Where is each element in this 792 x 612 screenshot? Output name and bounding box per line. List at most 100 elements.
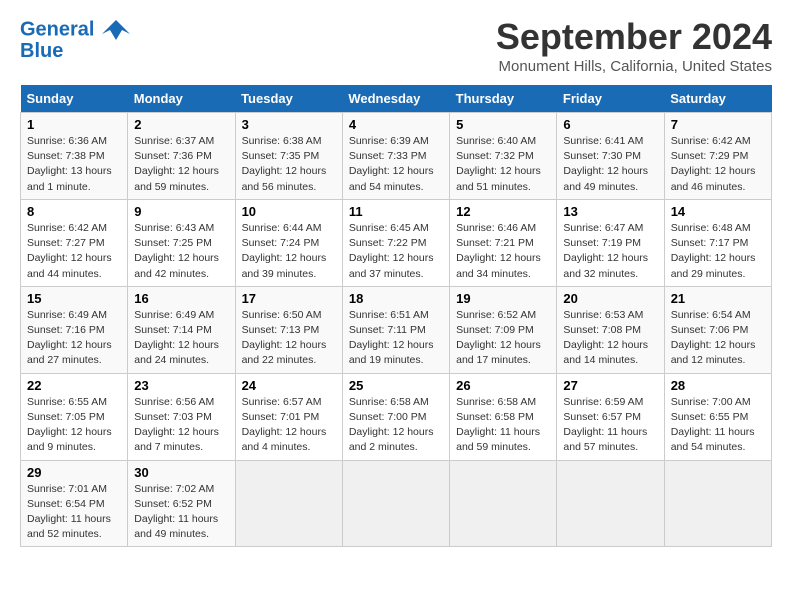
calendar-cell: 28Sunrise: 7:00 AM Sunset: 6:55 PM Dayli…	[664, 373, 771, 460]
calendar-cell: 11 Sunrise: 6:45 AM Sunset: 7:22 PM Dayli…	[342, 199, 449, 286]
calendar-cell: 21 Sunrise: 6:54 AM Sunset: 7:06 PM Dayli…	[664, 286, 771, 373]
day-info: Sunrise: 6:49 AM Sunset: 7:16 PM Dayligh…	[27, 308, 121, 369]
day-number: 24	[242, 378, 336, 393]
day-info: Sunrise: 6:48 AM Sunset: 7:17 PM Dayligh…	[671, 221, 765, 282]
calendar-cell: 1 Sunrise: 6:36 AM Sunset: 7:38 PM Daylig…	[21, 113, 128, 200]
day-number: 9	[134, 204, 228, 219]
month-title: September 2024	[496, 16, 772, 58]
day-number: 27	[563, 378, 657, 393]
title-block: September 2024 Monument Hills, Californi…	[496, 16, 772, 75]
calendar-cell: 22 Sunrise: 6:55 AM Sunset: 7:05 PM Dayli…	[21, 373, 128, 460]
day-number: 1	[27, 117, 121, 132]
calendar-cell	[664, 460, 771, 547]
day-info: Sunrise: 6:39 AM Sunset: 7:33 PM Dayligh…	[349, 134, 443, 195]
calendar-cell: 20 Sunrise: 6:53 AM Sunset: 7:08 PM Dayli…	[557, 286, 664, 373]
calendar-cell: 8 Sunrise: 6:42 AM Sunset: 7:27 PM Daylig…	[21, 199, 128, 286]
day-info: Sunrise: 6:59 AM Sunset: 6:57 PM Dayligh…	[563, 395, 657, 456]
day-info: Sunrise: 7:02 AM Sunset: 6:52 PM Dayligh…	[134, 482, 228, 543]
calendar-cell: 30 Sunrise: 7:02 AM Sunset: 6:52 PM Dayli…	[128, 460, 235, 547]
calendar-cell: 13 Sunrise: 6:47 AM Sunset: 7:19 PM Dayli…	[557, 199, 664, 286]
day-info: Sunrise: 6:54 AM Sunset: 7:06 PM Dayligh…	[671, 308, 765, 369]
day-number: 23	[134, 378, 228, 393]
calendar-cell: 23 Sunrise: 6:56 AM Sunset: 7:03 PM Dayli…	[128, 373, 235, 460]
calendar-cell: 6 Sunrise: 6:41 AM Sunset: 7:30 PM Daylig…	[557, 113, 664, 200]
day-number: 22	[27, 378, 121, 393]
day-number: 10	[242, 204, 336, 219]
day-number: 20	[563, 291, 657, 306]
day-info: Sunrise: 6:56 AM Sunset: 7:03 PM Dayligh…	[134, 395, 228, 456]
weekday-header: Monday	[128, 85, 235, 113]
weekday-header: Thursday	[450, 85, 557, 113]
day-info: Sunrise: 6:41 AM Sunset: 7:30 PM Dayligh…	[563, 134, 657, 195]
day-info: Sunrise: 6:58 AM Sunset: 6:58 PM Dayligh…	[456, 395, 550, 456]
day-number: 19	[456, 291, 550, 306]
day-number: 13	[563, 204, 657, 219]
day-number: 26	[456, 378, 550, 393]
day-info: Sunrise: 6:45 AM Sunset: 7:22 PM Dayligh…	[349, 221, 443, 282]
day-info: Sunrise: 6:46 AM Sunset: 7:21 PM Dayligh…	[456, 221, 550, 282]
day-info: Sunrise: 6:47 AM Sunset: 7:19 PM Dayligh…	[563, 221, 657, 282]
day-info: Sunrise: 6:40 AM Sunset: 7:32 PM Dayligh…	[456, 134, 550, 195]
day-number: 4	[349, 117, 443, 132]
calendar-cell	[557, 460, 664, 547]
calendar-cell: 10 Sunrise: 6:44 AM Sunset: 7:24 PM Dayli…	[235, 199, 342, 286]
day-info: Sunrise: 6:53 AM Sunset: 7:08 PM Dayligh…	[563, 308, 657, 369]
calendar-cell: 16 Sunrise: 6:49 AM Sunset: 7:14 PM Dayli…	[128, 286, 235, 373]
weekday-header: Tuesday	[235, 85, 342, 113]
calendar-cell: 5 Sunrise: 6:40 AM Sunset: 7:32 PM Daylig…	[450, 113, 557, 200]
logo-general: General	[20, 18, 94, 40]
calendar-week-row: 15Sunrise: 6:49 AM Sunset: 7:16 PM Dayli…	[21, 286, 772, 373]
day-number: 14	[671, 204, 765, 219]
calendar-cell: 7Sunrise: 6:42 AM Sunset: 7:29 PM Daylig…	[664, 113, 771, 200]
day-number: 12	[456, 204, 550, 219]
day-number: 2	[134, 117, 228, 132]
calendar-week-row: 29 Sunrise: 7:01 AM Sunset: 6:54 PM Dayli…	[21, 460, 772, 547]
day-number: 29	[27, 465, 121, 480]
day-number: 6	[563, 117, 657, 132]
day-info: Sunrise: 6:55 AM Sunset: 7:05 PM Dayligh…	[27, 395, 121, 456]
location-subtitle: Monument Hills, California, United State…	[496, 58, 772, 75]
day-number: 8	[27, 204, 121, 219]
day-info: Sunrise: 7:00 AM Sunset: 6:55 PM Dayligh…	[671, 395, 765, 456]
page-header: General Blue September 2024 Monument Hil…	[20, 16, 772, 75]
day-number: 30	[134, 465, 228, 480]
calendar-cell: 19 Sunrise: 6:52 AM Sunset: 7:09 PM Dayli…	[450, 286, 557, 373]
calendar-cell: 26 Sunrise: 6:58 AM Sunset: 6:58 PM Dayli…	[450, 373, 557, 460]
calendar-cell: 18Sunrise: 6:51 AM Sunset: 7:11 PM Dayli…	[342, 286, 449, 373]
day-info: Sunrise: 6:43 AM Sunset: 7:25 PM Dayligh…	[134, 221, 228, 282]
calendar-cell: 12 Sunrise: 6:46 AM Sunset: 7:21 PM Dayli…	[450, 199, 557, 286]
calendar-cell: 27 Sunrise: 6:59 AM Sunset: 6:57 PM Dayli…	[557, 373, 664, 460]
calendar-cell: 17Sunrise: 6:50 AM Sunset: 7:13 PM Dayli…	[235, 286, 342, 373]
calendar-cell	[235, 460, 342, 547]
calendar-cell: 9 Sunrise: 6:43 AM Sunset: 7:25 PM Daylig…	[128, 199, 235, 286]
day-number: 3	[242, 117, 336, 132]
day-info: Sunrise: 7:01 AM Sunset: 6:54 PM Dayligh…	[27, 482, 121, 543]
calendar-table: SundayMondayTuesdayWednesdayThursdayFrid…	[20, 85, 772, 547]
day-info: Sunrise: 6:37 AM Sunset: 7:36 PM Dayligh…	[134, 134, 228, 195]
day-number: 16	[134, 291, 228, 306]
day-number: 17	[242, 291, 336, 306]
day-info: Sunrise: 6:52 AM Sunset: 7:09 PM Dayligh…	[456, 308, 550, 369]
day-number: 25	[349, 378, 443, 393]
calendar-cell: 14 Sunrise: 6:48 AM Sunset: 7:17 PM Dayli…	[664, 199, 771, 286]
calendar-cell: 24 Sunrise: 6:57 AM Sunset: 7:01 PM Dayli…	[235, 373, 342, 460]
weekday-header: Sunday	[21, 85, 128, 113]
day-info: Sunrise: 6:36 AM Sunset: 7:38 PM Dayligh…	[27, 134, 121, 195]
calendar-week-row: 1 Sunrise: 6:36 AM Sunset: 7:38 PM Daylig…	[21, 113, 772, 200]
logo-bird-icon	[102, 16, 130, 44]
calendar-cell: 25Sunrise: 6:58 AM Sunset: 7:00 PM Dayli…	[342, 373, 449, 460]
day-info: Sunrise: 6:42 AM Sunset: 7:27 PM Dayligh…	[27, 221, 121, 282]
weekday-header: Wednesday	[342, 85, 449, 113]
day-number: 5	[456, 117, 550, 132]
day-info: Sunrise: 6:44 AM Sunset: 7:24 PM Dayligh…	[242, 221, 336, 282]
day-info: Sunrise: 6:38 AM Sunset: 7:35 PM Dayligh…	[242, 134, 336, 195]
calendar-cell: 3 Sunrise: 6:38 AM Sunset: 7:35 PM Daylig…	[235, 113, 342, 200]
weekday-header: Friday	[557, 85, 664, 113]
day-info: Sunrise: 6:49 AM Sunset: 7:14 PM Dayligh…	[134, 308, 228, 369]
day-info: Sunrise: 6:57 AM Sunset: 7:01 PM Dayligh…	[242, 395, 336, 456]
calendar-cell: 15Sunrise: 6:49 AM Sunset: 7:16 PM Dayli…	[21, 286, 128, 373]
logo: General Blue	[20, 16, 130, 63]
day-info: Sunrise: 6:42 AM Sunset: 7:29 PM Dayligh…	[671, 134, 765, 195]
day-number: 21	[671, 291, 765, 306]
day-number: 11	[349, 204, 443, 219]
